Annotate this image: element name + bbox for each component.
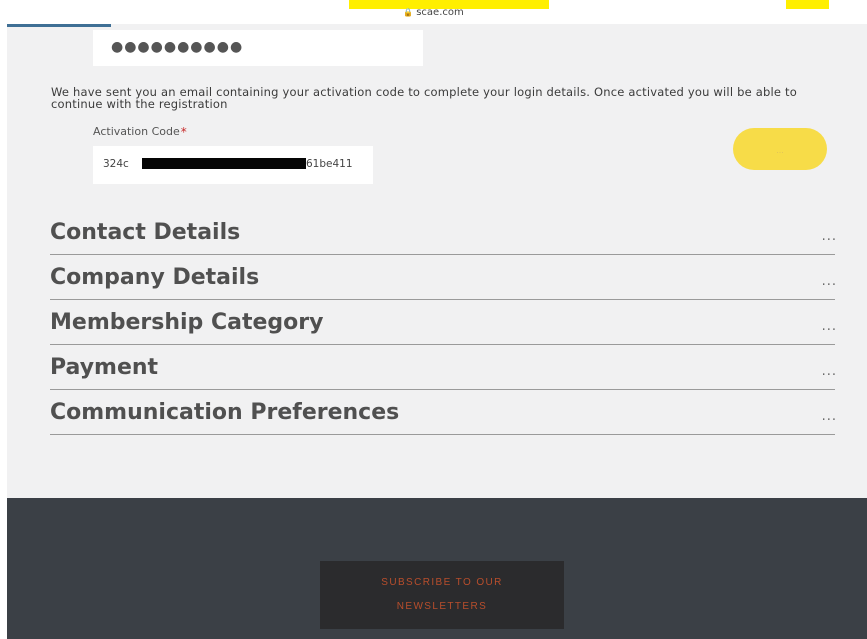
required-marker: *: [180, 125, 187, 139]
registration-panel: ●●●●●●●●●● We have sent you an email con…: [7, 24, 867, 498]
url-bar[interactable]: 🔒 scae.com: [0, 7, 867, 18]
site-footer: SUBSCRIBE TO OUR NEWSLETTERS: [7, 498, 867, 639]
ellipsis-icon[interactable]: ...: [822, 319, 837, 334]
section-contact-details[interactable]: Contact Details ...: [50, 220, 837, 255]
newsletter-label-line2: NEWSLETTERS: [396, 601, 488, 612]
url-text: scae.com: [416, 7, 464, 18]
section-title: Communication Preferences: [50, 400, 400, 425]
browser-top-bar: 🔒 scae.com: [0, 0, 867, 24]
section-payment[interactable]: Payment ...: [50, 355, 837, 390]
subscribe-newsletter-button[interactable]: SUBSCRIBE TO OUR NEWSLETTERS: [320, 561, 564, 629]
password-field[interactable]: ●●●●●●●●●●: [93, 30, 423, 66]
redaction-bar: [142, 158, 306, 169]
section-title: Company Details: [50, 265, 260, 290]
section-communication-preferences[interactable]: Communication Preferences ...: [50, 400, 837, 435]
section-company-details[interactable]: Company Details ...: [50, 265, 837, 300]
password-value: ●●●●●●●●●●: [111, 39, 244, 55]
activation-message: We have sent you an email containing you…: [51, 85, 797, 111]
activation-code-input[interactable]: 324c 61be411: [93, 146, 373, 184]
ellipsis-icon[interactable]: ...: [822, 364, 837, 379]
section-membership-category[interactable]: Membership Category ...: [50, 310, 837, 345]
activation-code-label: Activation Code*: [93, 125, 187, 139]
section-title: Payment: [50, 355, 159, 380]
activate-button[interactable]: ...: [733, 128, 827, 170]
section-title: Contact Details: [50, 220, 241, 245]
active-tab-indicator: [7, 24, 111, 27]
activation-code-start: 324c: [103, 158, 129, 170]
activation-code-end: 61be411: [306, 158, 353, 170]
section-title: Membership Category: [50, 310, 324, 335]
lock-icon: 🔒: [403, 8, 414, 17]
ellipsis-icon[interactable]: ...: [822, 274, 837, 289]
ellipsis-icon[interactable]: ...: [822, 229, 837, 244]
newsletter-label-line1: SUBSCRIBE TO OUR: [381, 577, 503, 588]
activation-code-label-text: Activation Code: [93, 125, 180, 138]
ellipsis-icon[interactable]: ...: [822, 409, 837, 424]
